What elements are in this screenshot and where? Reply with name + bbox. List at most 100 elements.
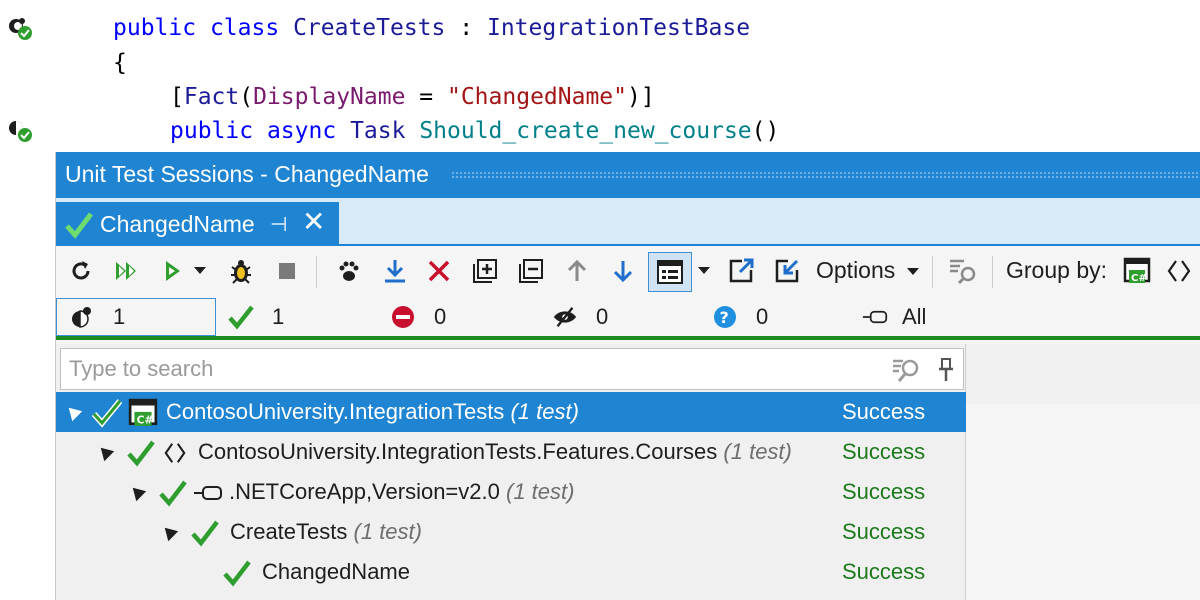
show-filter-button[interactable]: [946, 254, 980, 288]
status-label: Success: [842, 519, 926, 544]
group-by-namespace-button[interactable]: [1162, 254, 1196, 288]
tab-changed-name[interactable]: ChangedName ⊣ ✕: [56, 202, 339, 246]
csharp-project-icon: C#: [1123, 257, 1151, 284]
code-line-class-declaration: public class CreateTests : IntegrationTe…: [0, 11, 1200, 45]
expand-triangle-icon[interactable]: [159, 522, 179, 542]
filter-count: 1: [272, 304, 285, 329]
expand-triangle-icon[interactable]: [127, 482, 147, 502]
import-button[interactable]: [770, 254, 804, 288]
run-dropdown-button[interactable]: [190, 254, 210, 288]
expand-triangle-icon[interactable]: [95, 442, 115, 462]
passed-check-icon: [127, 440, 155, 467]
group-by-project-button[interactable]: C#: [1120, 254, 1154, 288]
toolbar-separator: [932, 256, 933, 288]
pin-icon[interactable]: [937, 357, 955, 383]
run-button[interactable]: [156, 254, 190, 288]
debug-button[interactable]: [224, 254, 258, 288]
paw-icon: [339, 261, 359, 281]
attribute-property: DisplayName: [253, 84, 406, 110]
status-label: Success: [842, 439, 926, 464]
filter-failed[interactable]: 0: [378, 298, 446, 336]
filter-target-framework[interactable]: All: [850, 298, 926, 336]
failed-icon: [392, 306, 414, 328]
stop-button[interactable]: [270, 254, 304, 288]
namespace-icon: [164, 443, 186, 463]
tab-label: ChangedName: [100, 211, 255, 237]
toolbar-separator: [316, 256, 317, 288]
target-framework-icon: [194, 486, 222, 500]
filter-all-tests[interactable]: 1: [56, 298, 216, 336]
expand-triangle-icon[interactable]: [63, 402, 83, 422]
tree-row-project[interactable]: C# ContosoUniversity.IntegrationTests (1…: [56, 392, 966, 432]
svg-text:?: ?: [720, 308, 729, 327]
previous-failed-button[interactable]: [560, 254, 594, 288]
arrow-up-icon: [567, 259, 587, 281]
layout-dropdown-button[interactable]: [694, 254, 714, 288]
tree-row-class[interactable]: CreateTests (1 test) Success: [56, 512, 966, 552]
test-count: (1 test): [506, 479, 575, 504]
search-input[interactable]: [69, 355, 849, 383]
tree-row-framework[interactable]: .NETCoreApp,Version=v2.0 (1 test) Succes…: [56, 472, 966, 512]
tree-row-label: ContosoUniversity.IntegrationTests (1 te…: [166, 399, 579, 425]
string-literal: "ChangedName": [446, 84, 627, 110]
tree-row-test[interactable]: ChangedName Success: [56, 552, 966, 592]
passed-check-icon: [159, 480, 187, 507]
download-icon: [385, 260, 405, 283]
test-count: (1 test): [510, 399, 579, 424]
attribute-name: Fact: [183, 84, 240, 110]
filter-search-icon: [950, 259, 976, 285]
chevron-down-icon: [698, 267, 710, 274]
filter-unknown[interactable]: ? 0: [700, 298, 768, 336]
parens: (): [751, 118, 780, 144]
node-name: ChangedName: [262, 559, 410, 584]
status-label: Success: [842, 479, 926, 504]
window-title-bar[interactable]: Unit Test Sessions - ChangedName: [56, 152, 1200, 198]
tree-row-label: ChangedName: [262, 559, 410, 585]
filter-passed[interactable]: 1: [216, 298, 284, 336]
keyword: async: [266, 118, 337, 144]
keyword: public: [113, 15, 197, 41]
options-button[interactable]: Options: [816, 257, 895, 284]
keyword: public: [170, 118, 254, 144]
filter-ignored[interactable]: 0: [540, 298, 608, 336]
tree-row-namespace[interactable]: ContosoUniversity.IntegrationTests.Featu…: [56, 432, 966, 472]
node-name: .NETCoreApp,Version=v2.0: [229, 479, 500, 504]
run-all-icon: [116, 262, 136, 280]
return-type: Task: [350, 118, 406, 144]
remove-tests-button[interactable]: [422, 254, 456, 288]
layout-button[interactable]: [648, 252, 692, 292]
run-all-button[interactable]: [110, 254, 144, 288]
chevron-down-icon[interactable]: [907, 268, 919, 276]
colon: :: [459, 15, 474, 41]
search-box: [60, 348, 964, 390]
target-framework-icon: [862, 310, 888, 324]
search-icon[interactable]: [891, 355, 921, 385]
window-title: Unit Test Sessions - ChangedName: [65, 161, 429, 187]
collapse-all-button[interactable]: [514, 254, 548, 288]
import-icon: [775, 259, 799, 283]
expand-icon: [473, 259, 497, 283]
tree-row-label: .NETCoreApp,Version=v2.0 (1 test): [229, 479, 574, 505]
passed-check-icon: [92, 399, 122, 428]
method-name: Should_create_new_course: [419, 118, 752, 144]
arrow-down-icon: [613, 261, 633, 283]
passed-check-icon: [191, 520, 219, 547]
code-line-method: public async Task Should_create_new_cour…: [0, 114, 1200, 148]
next-failed-button[interactable]: [606, 254, 640, 288]
bracket: [: [170, 84, 184, 110]
export-icon: [729, 258, 754, 283]
track-running-button[interactable]: [332, 254, 366, 288]
code-editor[interactable]: public class CreateTests : IntegrationTe…: [0, 0, 1200, 160]
ignored-icon: [553, 306, 577, 328]
chevron-down-icon: [194, 267, 206, 274]
expand-all-button[interactable]: [468, 254, 502, 288]
import-tests-button[interactable]: [378, 254, 412, 288]
test-tree-panel: C# ContosoUniversity.IntegrationTests (1…: [56, 344, 966, 600]
status-label: Success: [842, 559, 926, 584]
pin-tab-icon[interactable]: ⊣: [270, 212, 287, 236]
close-tab-icon[interactable]: ✕: [302, 206, 325, 238]
node-name: ContosoUniversity.IntegrationTests: [166, 399, 505, 424]
repeat-run-button[interactable]: [64, 254, 98, 288]
export-button[interactable]: [724, 254, 758, 288]
class-name: CreateTests: [293, 15, 446, 41]
